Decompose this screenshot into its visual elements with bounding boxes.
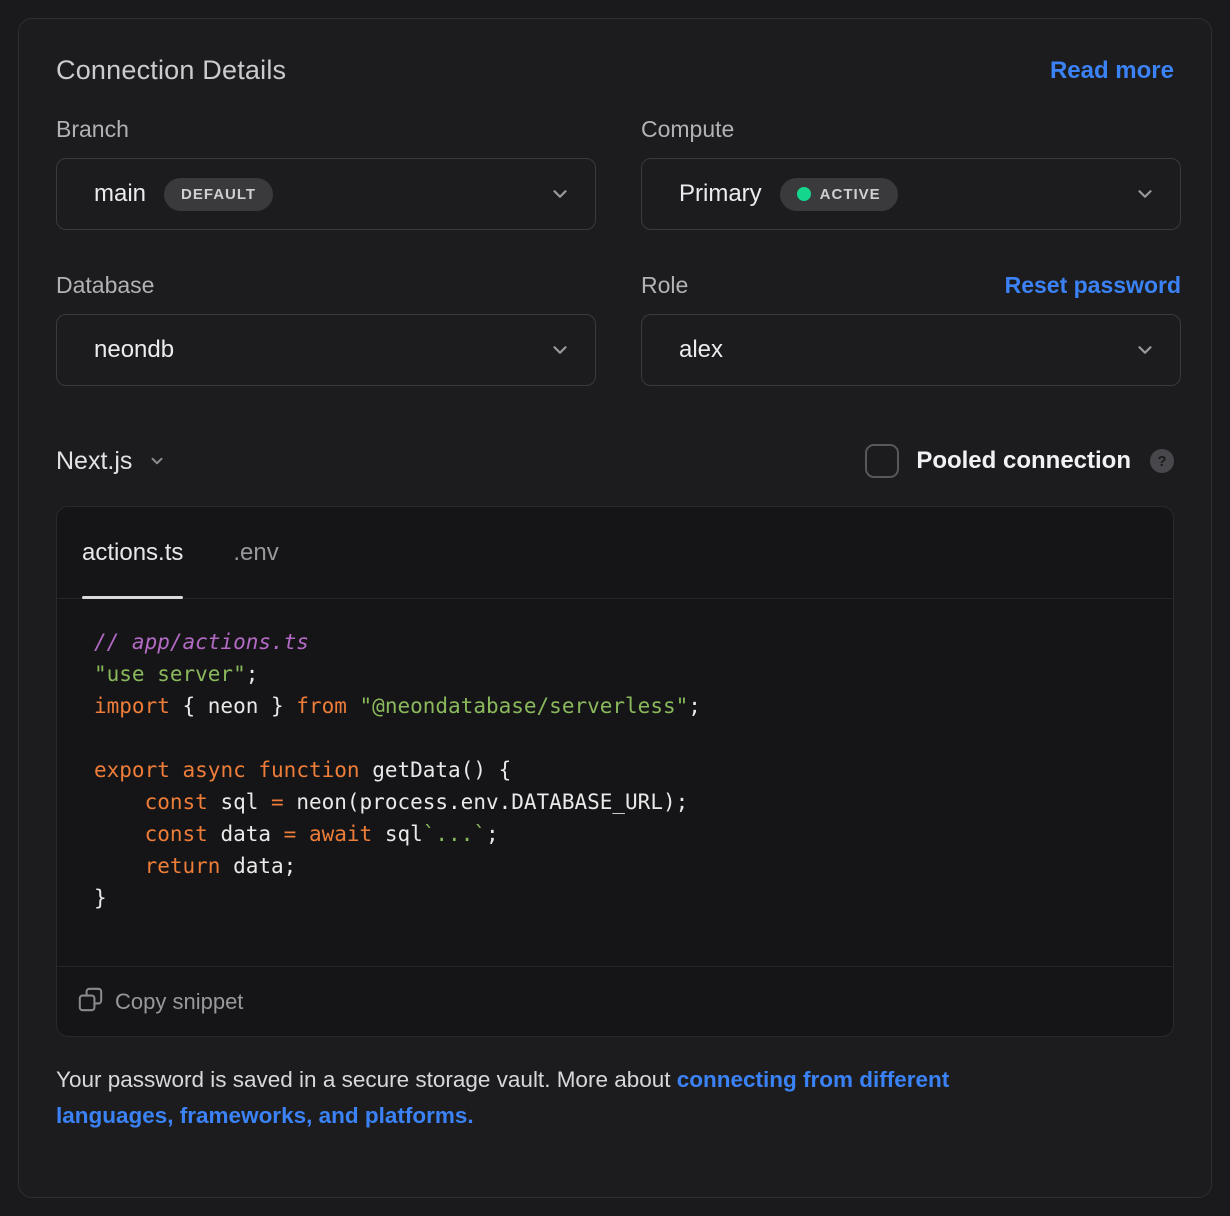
copy-snippet-label: Copy snippet [115, 989, 243, 1015]
selects-row-2: neondb alex [56, 314, 1174, 386]
status-dot [797, 187, 811, 201]
branch-select[interactable]: main DEFAULT [56, 158, 596, 230]
tab-env[interactable]: .env [233, 507, 278, 598]
active-badge-label: ACTIVE [820, 186, 881, 203]
code-line: // app/actions.ts [94, 626, 1173, 658]
connecting-docs-link[interactable]: languages, frameworks, and platforms. [56, 1103, 474, 1128]
code-line [94, 722, 1173, 754]
code-snippet-card: actions.ts .env // app/actions.ts"use se… [56, 506, 1174, 1037]
code-line: const data = await sql`...`; [94, 818, 1173, 850]
branch-value: main [94, 180, 146, 208]
branch-label: Branch [56, 116, 596, 143]
default-badge: DEFAULT [164, 178, 273, 211]
panel-header: Connection Details Read more [56, 55, 1174, 86]
role-label: Role [641, 272, 688, 299]
code-block: // app/actions.ts"use server";import { n… [57, 599, 1173, 966]
pooled-connection-toggle[interactable]: Pooled connection ? [865, 444, 1174, 478]
role-label-row: Role Reset password [641, 272, 1181, 299]
labels-row-1: Branch Compute [56, 116, 1174, 143]
chevron-down-icon [549, 339, 571, 361]
database-value: neondb [94, 336, 174, 364]
chevron-down-icon [1134, 183, 1156, 205]
database-label: Database [56, 272, 596, 299]
code-line: } [94, 882, 1173, 914]
password-vault-note: Your password is saved in a secure stora… [56, 1062, 1174, 1134]
tab-actions-ts[interactable]: actions.ts [82, 507, 183, 598]
copy-icon [77, 986, 104, 1018]
role-select[interactable]: alex [641, 314, 1181, 386]
database-select[interactable]: neondb [56, 314, 596, 386]
pooled-connection-label: Pooled connection [916, 447, 1131, 475]
code-line: const sql = neon(process.env.DATABASE_UR… [94, 786, 1173, 818]
copy-snippet-button[interactable]: Copy snippet [57, 966, 1173, 1036]
selects-row-1: main DEFAULT Primary ACTIVE [56, 158, 1174, 230]
code-line: export async function getData() { [94, 754, 1173, 786]
compute-value: Primary [679, 180, 762, 208]
compute-label: Compute [641, 116, 1181, 143]
labels-row-2: Database Role Reset password [56, 272, 1174, 299]
code-line: "use server"; [94, 658, 1173, 690]
connecting-docs-link[interactable]: connecting from different [677, 1067, 950, 1092]
chevron-down-icon [148, 452, 166, 470]
read-more-link[interactable]: Read more [1050, 57, 1174, 85]
pooled-connection-checkbox[interactable] [865, 444, 899, 478]
code-tabs: actions.ts .env [57, 507, 1173, 599]
code-line: import { neon } from "@neondatabase/serv… [94, 690, 1173, 722]
connection-details-panel: Connection Details Read more Branch Comp… [18, 18, 1212, 1198]
page-title: Connection Details [56, 55, 286, 86]
role-value: alex [679, 336, 723, 364]
chevron-down-icon [1134, 339, 1156, 361]
active-badge: ACTIVE [780, 178, 898, 211]
code-line: return data; [94, 850, 1173, 882]
help-icon[interactable]: ? [1150, 449, 1174, 473]
chevron-down-icon [549, 183, 571, 205]
note-text: Your password is saved in a secure stora… [56, 1067, 677, 1092]
reset-password-link[interactable]: Reset password [1005, 272, 1181, 299]
framework-row: Next.js Pooled connection ? [56, 444, 1174, 478]
framework-select[interactable]: Next.js [56, 447, 166, 476]
framework-value: Next.js [56, 447, 132, 476]
compute-select[interactable]: Primary ACTIVE [641, 158, 1181, 230]
